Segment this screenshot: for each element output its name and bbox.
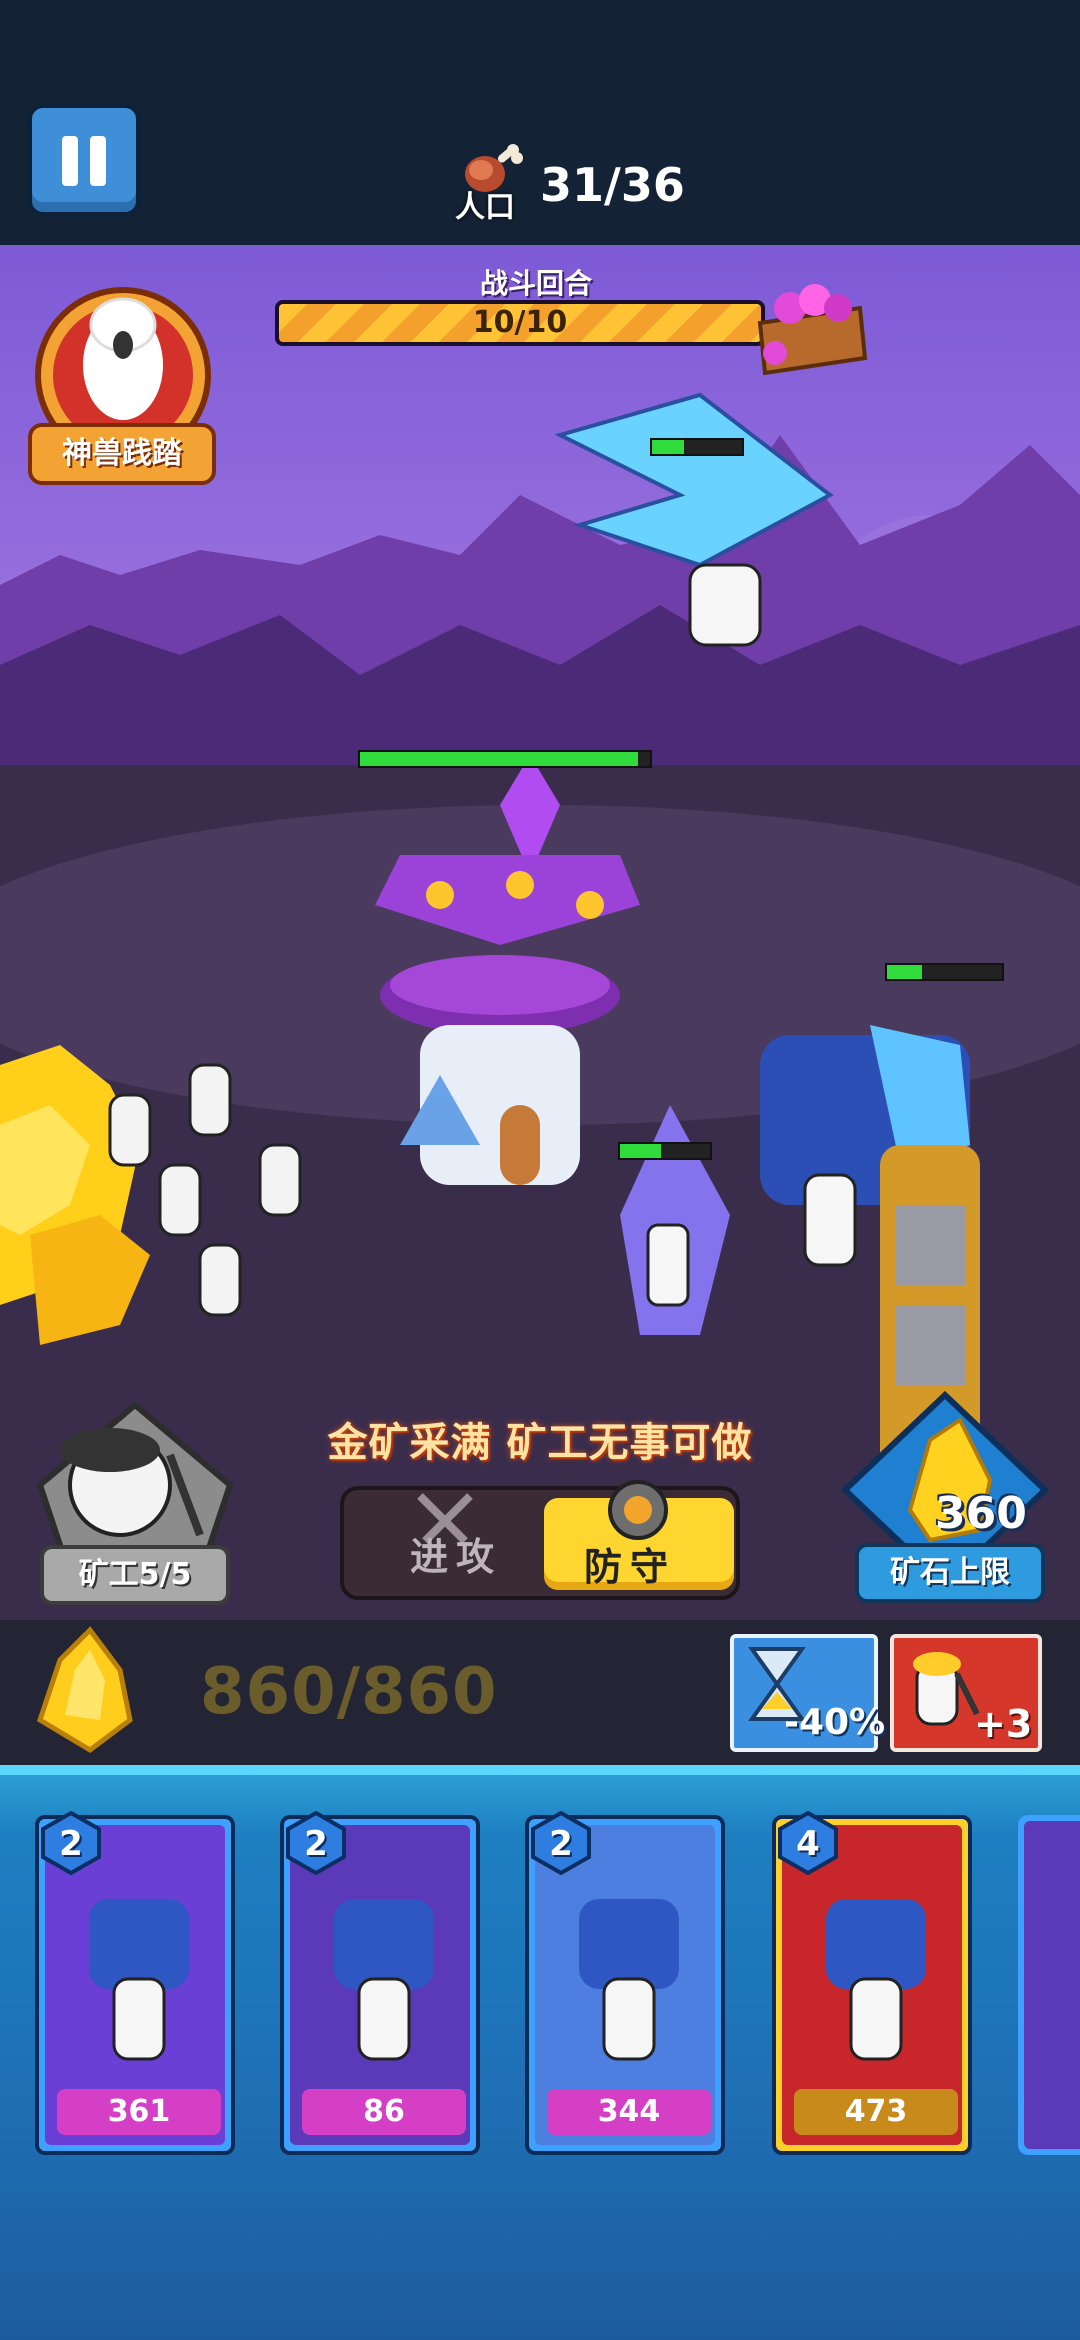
population-count: 31/36 xyxy=(540,158,685,212)
round-title: 战斗回合 xyxy=(480,267,593,300)
add-miner-button[interactable]: +3 xyxy=(890,1634,1042,1752)
tower-health-fill xyxy=(360,752,639,766)
unit-card[interactable]: 2 344 xyxy=(525,1811,725,2155)
gem-crate-icon[interactable] xyxy=(750,268,870,378)
nuke-rocket-icon xyxy=(826,1899,926,2061)
round-progress-bar: 10/10 xyxy=(275,300,765,346)
tower-health-bar xyxy=(358,750,652,768)
glider-enemy-health-fill xyxy=(652,440,684,454)
unit-card-price: 473 xyxy=(794,2089,958,2135)
unit-card-price: 86 xyxy=(302,2089,466,2135)
crystal-glider-icon xyxy=(579,1899,679,2061)
attack-mode-label: 进攻 xyxy=(410,1535,503,1579)
speed-boost-value: -40% xyxy=(784,1702,886,1743)
unit-card-cost: 2 xyxy=(59,1824,83,1864)
population-label: 人口 xyxy=(455,190,515,225)
miner-boost-icon xyxy=(913,1652,980,1726)
unit-card-cost: 2 xyxy=(549,1824,573,1864)
ore-cap-label[interactable]: 矿石上限 xyxy=(855,1543,1045,1603)
shield-icon xyxy=(608,1480,668,1540)
gold-ore-icon xyxy=(36,1626,133,1754)
unit-card-price: 361 xyxy=(57,2089,221,2135)
unit-card-partial[interactable] xyxy=(1018,1815,1080,2155)
add-miner-value: +3 xyxy=(974,1702,1033,1746)
archer-enemy-health-bar xyxy=(618,1142,712,1160)
golem-enemy-health-fill xyxy=(887,965,922,979)
unit-card-cost: 4 xyxy=(796,1824,820,1864)
crystal-archer-icon xyxy=(334,1899,434,2061)
mode-switch: 进攻 防守 xyxy=(340,1480,740,1600)
ore-cap-value: 360 xyxy=(935,1488,1027,1539)
skill-label[interactable]: 神兽践踏 xyxy=(28,423,216,485)
archer-enemy-health-fill xyxy=(620,1144,661,1158)
pause-button[interactable] xyxy=(27,103,141,217)
miner-count-label: 矿工5/5 xyxy=(40,1545,230,1605)
unit-card[interactable]: 2 361 xyxy=(35,1811,235,2155)
crystal-golem-icon xyxy=(89,1899,189,2061)
unit-card[interactable]: 2 86 xyxy=(280,1811,480,2155)
golem-enemy-health-bar xyxy=(885,963,1004,981)
card-tray-border xyxy=(0,1765,1080,1775)
unit-card[interactable]: 4 473 xyxy=(772,1811,972,2155)
pause-icon xyxy=(62,136,78,186)
speed-boost-button[interactable]: -40% xyxy=(730,1634,885,1752)
unit-card-art xyxy=(1024,1821,1080,2149)
unit-card-cost: 2 xyxy=(304,1824,328,1864)
unit-card-price: 344 xyxy=(547,2089,711,2135)
ore-amount: 860/860 xyxy=(200,1655,498,1729)
attack-mode-button[interactable]: 进攻 xyxy=(350,1493,538,1590)
defend-mode-button[interactable]: 防守 xyxy=(544,1480,734,1590)
defend-mode-label: 防守 xyxy=(584,1545,677,1589)
round-progress-text: 10/10 xyxy=(472,305,568,340)
pause-icon-bar xyxy=(90,136,106,186)
glider-enemy-health-bar xyxy=(650,438,744,456)
